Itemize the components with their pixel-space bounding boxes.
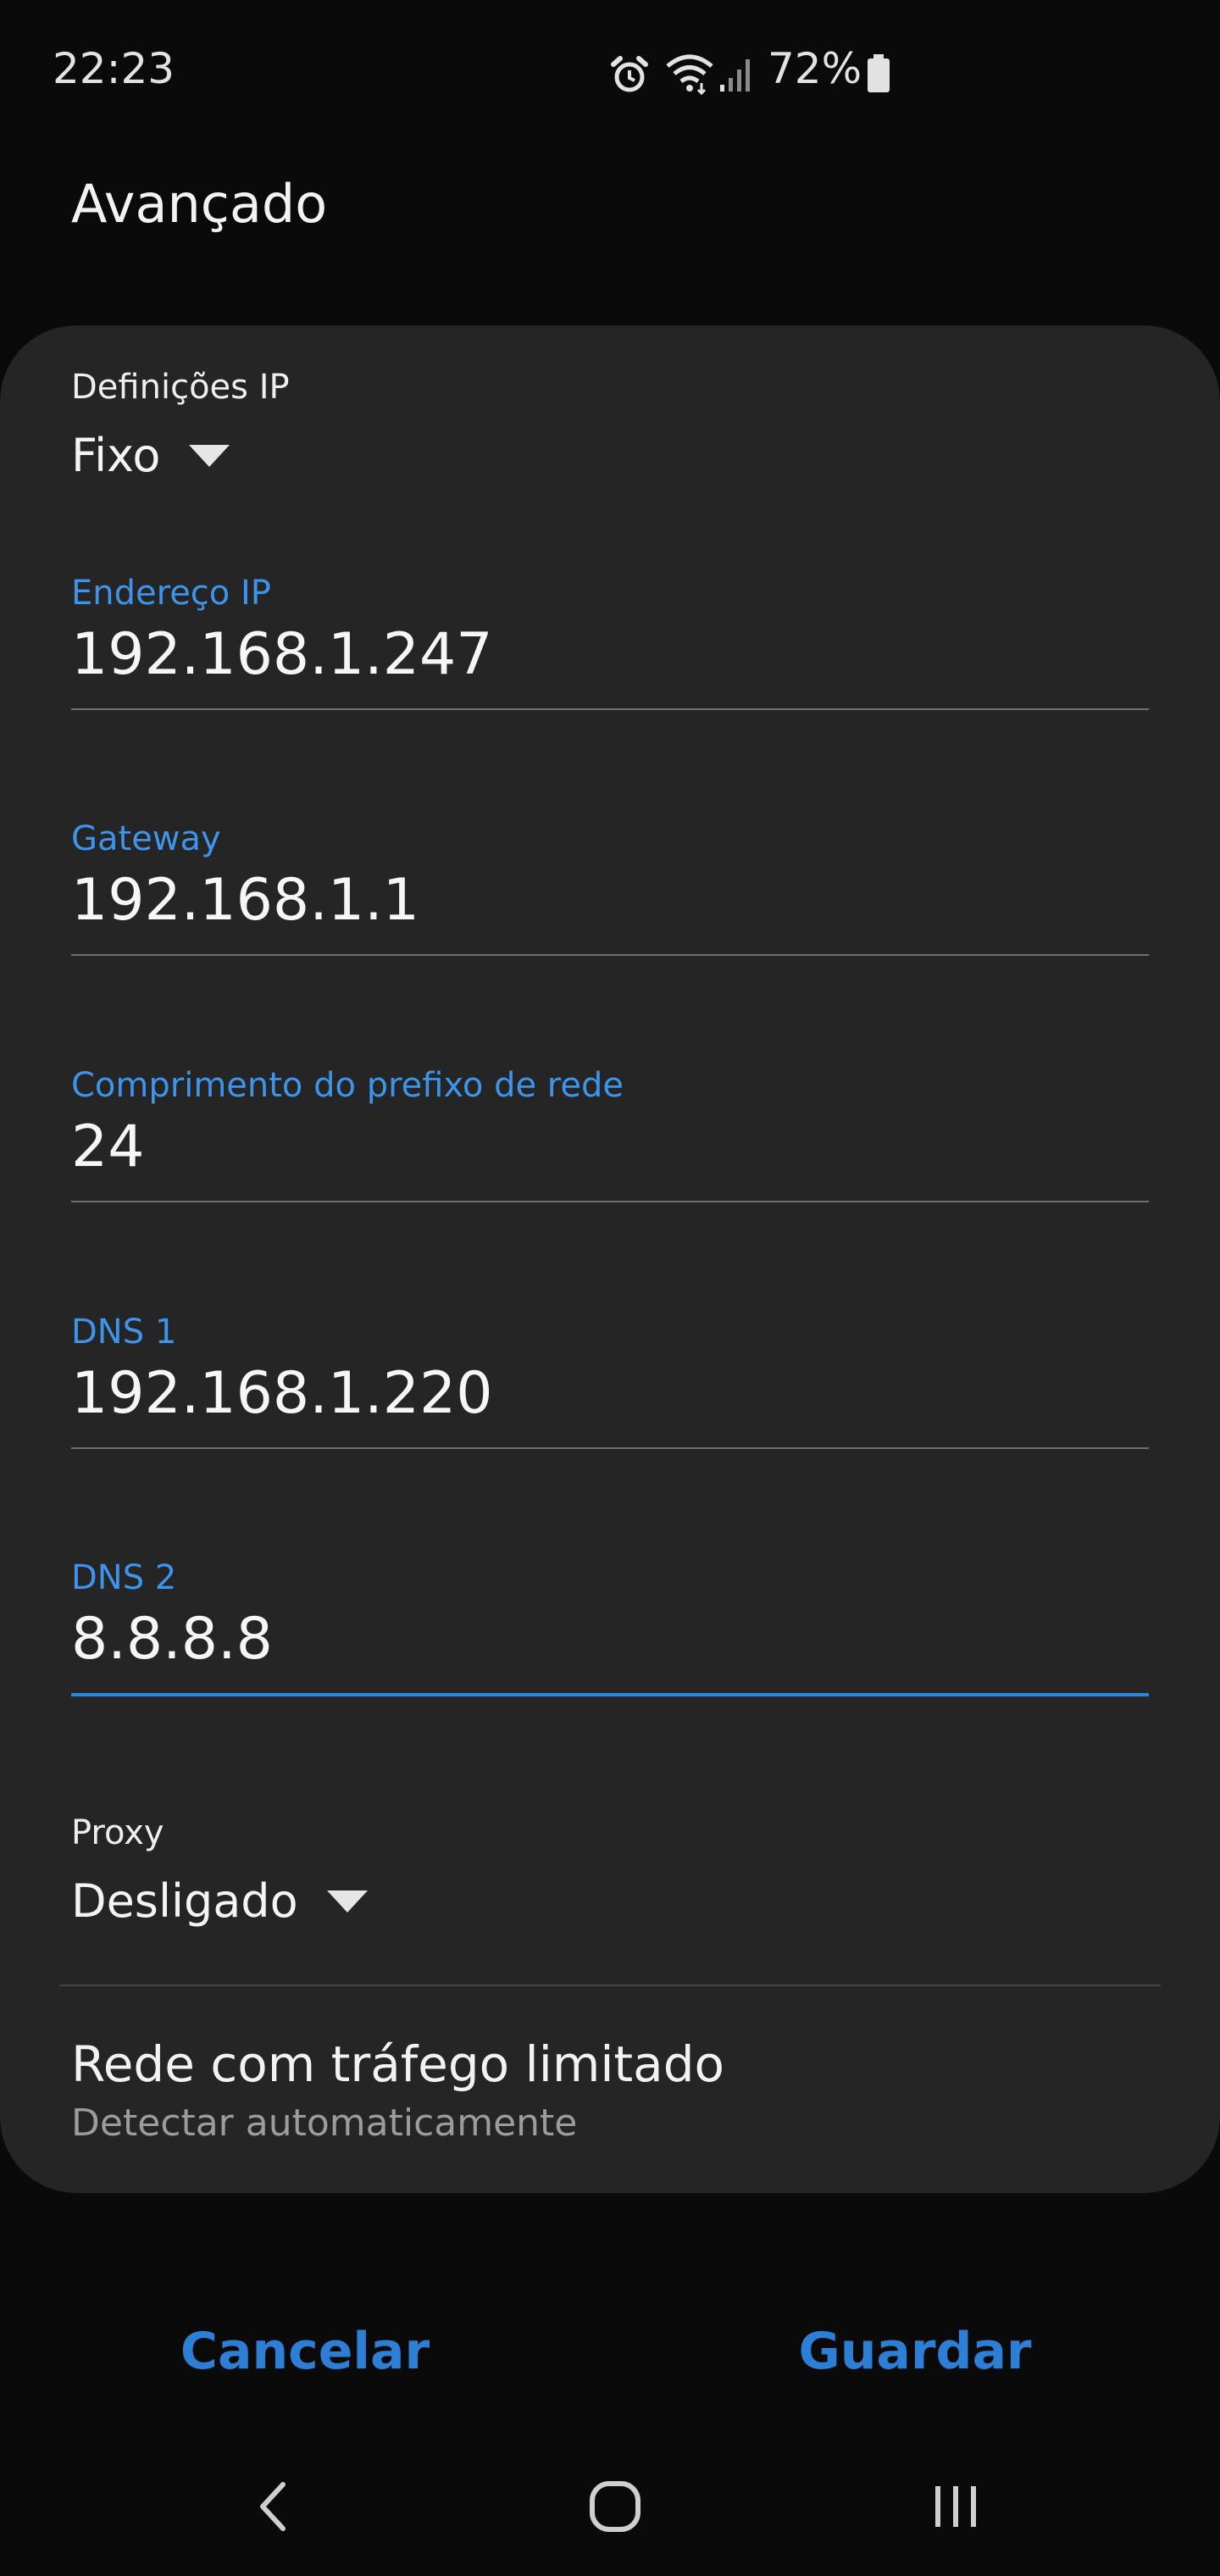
proxy-label: Proxy (71, 1813, 164, 1852)
dns1-field[interactable]: DNS 1 192.168.1.220 (71, 1308, 1149, 1449)
recent-apps-button[interactable] (905, 2473, 1006, 2540)
proxy-dropdown[interactable]: Desligado (71, 1874, 368, 1928)
dropdown-arrow-icon (189, 444, 230, 467)
ip-address-label: Endereço IP (71, 574, 271, 613)
ip-settings-label: Definições IP (71, 368, 290, 407)
proxy-value: Desligado (71, 1874, 298, 1928)
gateway-label: Gateway (71, 819, 221, 858)
field-underline (71, 1447, 1149, 1449)
back-icon (260, 2482, 286, 2531)
divider (59, 1985, 1161, 1986)
recent-apps-icon (935, 2486, 976, 2527)
field-underline (71, 1201, 1149, 1202)
signal-icon (720, 59, 750, 92)
ip-settings-value: Fixo (71, 429, 161, 482)
ip-address-field[interactable]: Endereço IP 192.168.1.247 (71, 569, 1149, 710)
field-underline-active (71, 1693, 1149, 1696)
home-icon (590, 2481, 640, 2532)
dns2-field[interactable]: DNS 2 8.8.8.8 (71, 1554, 1149, 1696)
status-bar: 22:23 72% (0, 0, 1220, 153)
prefix-length-value: 24 (71, 1113, 145, 1180)
alarm-icon (611, 56, 648, 92)
metered-network-title: Rede com tráfego limitado (71, 2035, 725, 2093)
gateway-field[interactable]: Gateway 192.168.1.1 (71, 815, 1149, 956)
status-time: 22:23 (53, 44, 175, 93)
prefix-length-field[interactable]: Comprimento do prefixo de rede 24 (71, 1062, 1149, 1202)
ip-settings-dropdown[interactable]: Fixo (71, 429, 230, 482)
dns2-value: 8.8.8.8 (71, 1606, 273, 1673)
dropdown-arrow-icon (326, 1890, 368, 1913)
page-title: Avançado (71, 173, 328, 235)
dns1-label: DNS 1 (71, 1313, 177, 1352)
ip-address-value: 192.168.1.247 (71, 621, 493, 688)
dns2-label: DNS 2 (71, 1558, 177, 1597)
save-button[interactable]: Guardar (746, 2322, 1084, 2381)
back-button[interactable] (222, 2473, 324, 2540)
dns1-value: 192.168.1.220 (71, 1360, 493, 1427)
battery-percent: 72% (768, 44, 862, 93)
field-underline (71, 708, 1149, 710)
home-button[interactable] (564, 2473, 666, 2540)
wifi-icon (666, 54, 713, 95)
battery-icon (868, 54, 890, 92)
prefix-length-label: Comprimento do prefixo de rede (71, 1066, 624, 1105)
gateway-value: 192.168.1.1 (71, 867, 419, 934)
cancel-button[interactable]: Cancelar (136, 2322, 474, 2381)
metered-network-subtitle: Detectar automaticamente (71, 2101, 578, 2145)
field-underline (71, 954, 1149, 956)
